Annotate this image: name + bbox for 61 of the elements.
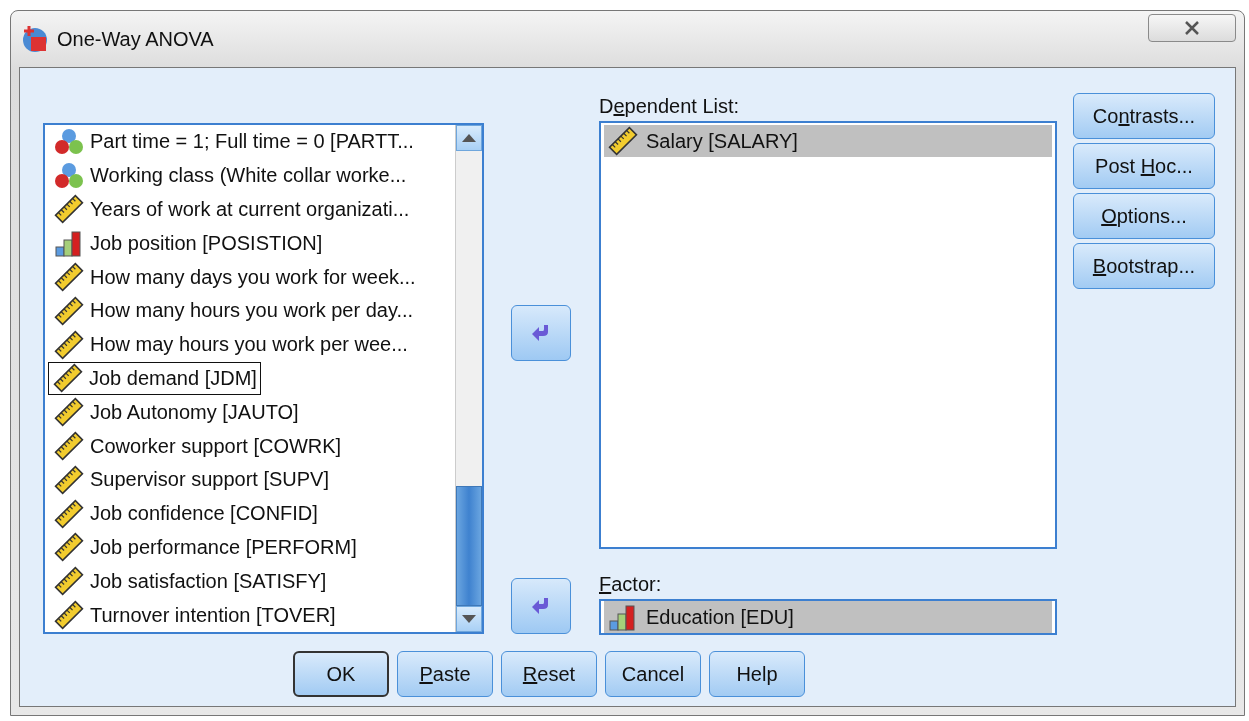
variable-label: Education [EDU]: [646, 605, 794, 629]
factor-label: Factor:: [599, 573, 663, 597]
variable-item[interactable]: Job confidence [CONFID]: [48, 496, 322, 531]
dialog-button[interactable]: Paste: [397, 651, 493, 697]
dialog-button[interactable]: Reset: [501, 651, 597, 697]
move-button[interactable]: [511, 305, 572, 361]
variable-label: Turnover intention [TOVER]: [90, 603, 336, 627]
variable-label: Supervisor support [SUPV]: [90, 468, 329, 492]
up-triangle-icon: [461, 134, 476, 142]
app-icon: [21, 25, 49, 53]
dialog-button[interactable]: Contrasts...: [1073, 93, 1215, 139]
window-title: One-Way ANOVA: [57, 27, 214, 51]
dialog-button[interactable]: Bootstrap...: [1073, 243, 1215, 289]
scroll-thumb[interactable]: [455, 486, 482, 606]
move-button[interactable]: [511, 578, 572, 634]
variable-item[interactable]: Job position [POSISTION]: [48, 226, 327, 261]
variable-label: Years of work at current organizati...: [90, 198, 410, 221]
variable-label: Salary [SALARY]: [646, 129, 798, 153]
variable-label: Job satisfaction [SATISFY]: [90, 569, 327, 593]
down-triangle-icon: [461, 615, 476, 623]
variable-item[interactable]: How may hours you work per wee...: [48, 327, 412, 362]
dialog-button[interactable]: OK: [293, 651, 389, 697]
variable-label: How may hours you work per wee...: [90, 333, 408, 357]
variable-label: How many days you work for week...: [90, 265, 416, 289]
dependent-list-label: Dependent List:: [599, 95, 741, 119]
variable-item[interactable]: How many hours you work per day...: [48, 294, 418, 328]
variable-label: Coworker support [COWRK]: [90, 434, 342, 458]
variable-item[interactable]: Working class (White collar worke...: [48, 158, 411, 193]
variable-label: How many hours you work per day...: [90, 299, 414, 323]
variable-label: Job confidence [CONFID]: [90, 502, 318, 526]
variable-item[interactable]: Job performance [PERFORM]: [48, 530, 361, 565]
variable-label: Job performance [PERFORM]: [90, 535, 357, 559]
bar-chart-icon: [54, 228, 84, 259]
variable-label: Working class (White collar worke...: [90, 164, 407, 188]
variable-item[interactable]: Turnover intention [TOVER]: [48, 598, 340, 632]
variable-item[interactable]: Supervisor support [SUPV]: [48, 462, 333, 497]
close-icon: [1184, 21, 1200, 35]
variable-item[interactable]: Years of work at current organizati...: [48, 192, 414, 227]
circles-icon: [54, 126, 84, 157]
dependent-item[interactable]: Salary [SALARY]: [604, 125, 1052, 157]
dialog-button[interactable]: Cancel: [605, 651, 701, 697]
factor-item[interactable]: Education [EDU]: [604, 601, 1052, 633]
dialog-button[interactable]: Options...: [1073, 193, 1215, 239]
scroll-up-button[interactable]: [455, 125, 482, 151]
bar-chart-icon: [608, 602, 638, 632]
variable-label: Job demand [JDM]: [89, 366, 257, 390]
variable-label: Job Autonomy [JAUTO]: [90, 400, 299, 424]
close-button[interactable]: [1148, 14, 1236, 42]
scroll-down-button[interactable]: [455, 606, 482, 632]
scrollbar[interactable]: [454, 125, 482, 632]
variable-label: Part time = 1; Full time = 0 [PARTT...: [90, 130, 414, 154]
variable-item[interactable]: How many days you work for week...: [48, 260, 420, 294]
variable-item[interactable]: Job demand [JDM]: [48, 361, 261, 396]
dialog-button[interactable]: Help: [709, 651, 805, 697]
variable-item[interactable]: Job Autonomy [JAUTO]: [48, 395, 303, 430]
variable-label: Job position [POSISTION]: [90, 231, 323, 255]
circles-icon: [54, 160, 84, 191]
variable-item[interactable]: Part time = 1; Full time = 0 [PARTT...: [48, 125, 418, 159]
variable-item[interactable]: Coworker support [COWRK]: [48, 429, 346, 463]
dialog-button[interactable]: Post Hoc...: [1073, 143, 1215, 189]
variable-item[interactable]: Job satisfaction [SATISFY]: [48, 564, 331, 599]
